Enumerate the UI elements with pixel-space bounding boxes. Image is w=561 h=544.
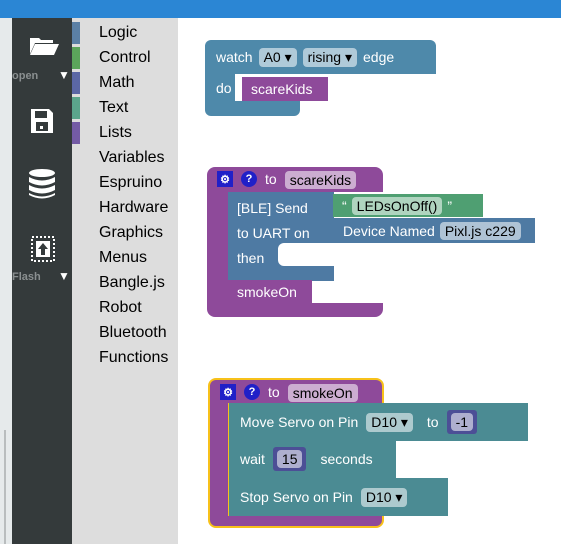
category-bluetooth[interactable]: Bluetooth: [72, 322, 178, 344]
category-label: Logic: [99, 24, 138, 41]
open-label[interactable]: open: [12, 70, 38, 82]
flash-dropdown-icon[interactable]: ▼: [58, 269, 70, 283]
top-bar: [0, 0, 561, 18]
then-label: then: [237, 250, 265, 266]
category-label: Text: [99, 99, 129, 116]
database-icon[interactable]: [28, 168, 56, 205]
procedure-name-field[interactable]: smokeOn: [287, 384, 358, 402]
edge-label: edge: [363, 49, 395, 65]
category-banglejs[interactable]: Bangle.js: [72, 272, 178, 294]
open-dropdown-icon[interactable]: ▼: [58, 68, 70, 82]
edge-dropdown[interactable]: rising ▾: [302, 47, 358, 67]
category-label: Variables: [99, 149, 165, 166]
pin-dropdown[interactable]: D10 ▾: [366, 412, 413, 432]
category-label: Espruino: [99, 174, 163, 191]
do-label: do: [216, 80, 232, 96]
scrollbar[interactable]: [4, 430, 6, 544]
category-label: Functions: [99, 349, 169, 366]
category-hardware[interactable]: Hardware: [72, 197, 178, 219]
category-text[interactable]: Text: [72, 97, 178, 119]
string-field[interactable]: LEDsOnOff(): [351, 196, 443, 215]
category-menus[interactable]: Menus: [72, 247, 178, 269]
angle-field[interactable]: -1: [450, 413, 474, 431]
category-lists[interactable]: Lists: [72, 122, 178, 144]
category-label: Math: [99, 74, 135, 91]
help-icon[interactable]: ?: [241, 171, 257, 187]
pin-dropdown[interactable]: D10 ▾: [360, 487, 408, 507]
category-label: Bluetooth: [99, 324, 167, 341]
device-named-block[interactable]: Device Named Pixl.js c229: [333, 218, 535, 243]
toolbar: open ▼ Flash ▼: [12, 18, 72, 544]
category-functions[interactable]: Functions: [72, 347, 178, 369]
ble-send-label: [BLE] Send: [237, 200, 308, 216]
gear-icon[interactable]: ⚙: [220, 384, 236, 400]
call-scarekids-block[interactable]: scareKids: [242, 77, 328, 101]
ble-send-block[interactable]: [BLE] Send to UART on then: [228, 192, 334, 281]
stop-servo-block[interactable]: Stop Servo on Pin D10 ▾: [229, 478, 448, 516]
string-block[interactable]: “LEDsOnOff()”: [333, 194, 483, 217]
seconds-field[interactable]: 15: [276, 450, 303, 468]
procedure-name-field[interactable]: scareKids: [284, 171, 357, 189]
left-strip: [0, 18, 12, 544]
device-name-field[interactable]: Pixl.js c229: [439, 221, 521, 240]
flash-label[interactable]: Flash: [12, 271, 41, 283]
move-servo-block[interactable]: Move Servo on Pin D10 ▾ to -1: [229, 403, 528, 441]
category-graphics[interactable]: Graphics: [72, 222, 178, 244]
category-label: Menus: [99, 249, 148, 266]
pin-dropdown[interactable]: A0 ▾: [258, 47, 297, 67]
category-list: Logic Control Math Text Lists Variables …: [72, 18, 178, 544]
gear-icon[interactable]: ⚙: [217, 171, 233, 187]
category-control[interactable]: Control: [72, 47, 178, 69]
category-logic[interactable]: Logic: [72, 22, 178, 44]
flash-upload-icon[interactable]: [31, 236, 55, 267]
to-label: to: [265, 171, 277, 187]
category-espruino[interactable]: Espruino: [72, 172, 178, 194]
category-math[interactable]: Math: [72, 72, 178, 94]
call-smokeon-block[interactable]: smokeOn: [228, 280, 312, 303]
save-icon[interactable]: [31, 109, 53, 138]
wait-block[interactable]: wait 15 seconds: [229, 440, 396, 478]
help-icon[interactable]: ?: [244, 384, 260, 400]
watch-label: watch: [216, 49, 253, 65]
category-robot[interactable]: Robot: [72, 297, 178, 319]
category-label: Lists: [99, 124, 132, 141]
category-label: Control: [99, 49, 151, 66]
category-variables[interactable]: Variables: [72, 147, 178, 169]
folder-open-icon[interactable]: [28, 34, 60, 63]
category-label: Robot: [99, 299, 142, 316]
to-label: to: [268, 384, 280, 400]
category-label: Hardware: [99, 199, 169, 216]
category-label: Bangle.js: [99, 274, 165, 291]
category-label: Graphics: [99, 224, 164, 241]
